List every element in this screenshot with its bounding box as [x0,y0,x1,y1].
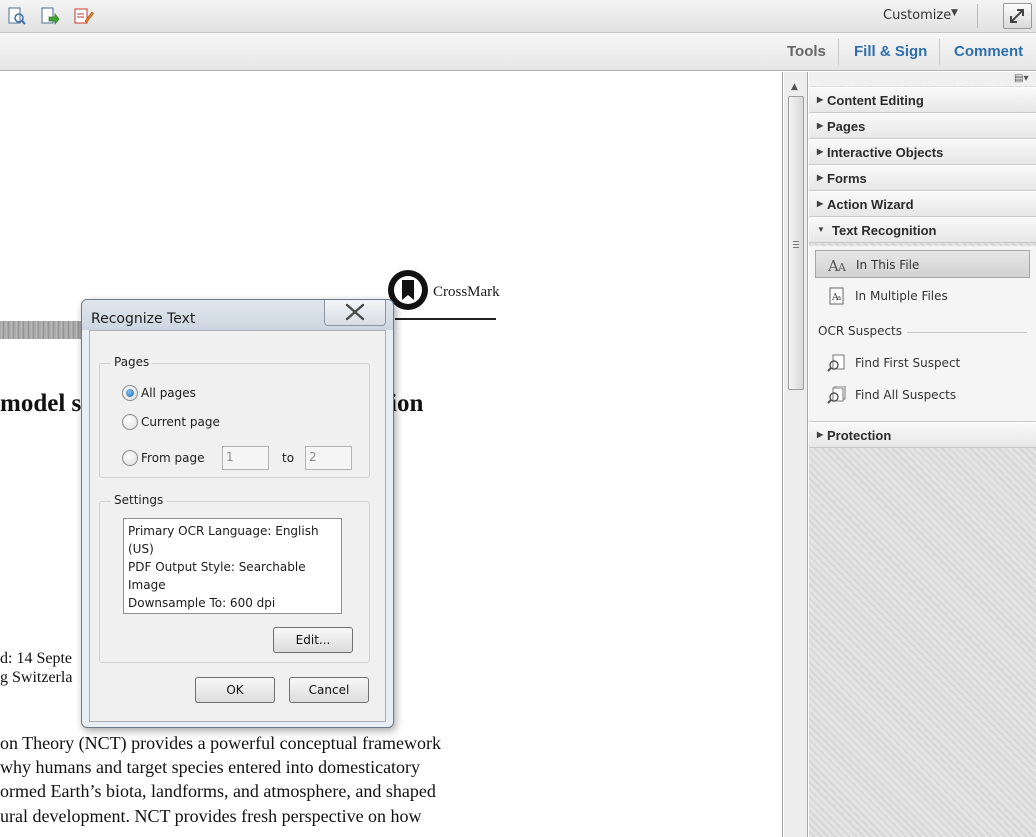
page-export-icon[interactable] [39,6,61,26]
section-forms[interactable]: ▶ Forms [809,165,1036,191]
chevron-down-icon: ▼ [817,225,825,234]
toolbar-divider [977,4,978,28]
chevron-right-icon: ▶ [817,199,824,208]
section-content-editing[interactable]: ▶ Content Editing [809,87,1036,113]
panel-options-icon[interactable]: ▤▾ [1014,73,1028,84]
chevron-right-icon: ▶ [817,147,824,156]
chevron-right-icon: ▶ [817,173,824,182]
to-label: to [282,451,295,465]
tool-label: In This File [856,258,920,272]
crossmark-label: CrossMark [433,284,500,300]
section-label: Text Recognition [832,223,937,238]
header-rule [395,318,496,320]
tool-label: Find All Suspects [855,388,957,402]
task-pane-tabs: Tools Fill & Sign Comment [0,33,1036,71]
chevron-right-icon: ▶ [817,121,824,130]
ocr-suspects-heading: OCR Suspects [818,324,903,338]
radio-from-page[interactable] [122,450,138,466]
recognize-text-dialog: Recognize Text Pages All pages Current p… [81,299,394,728]
section-label: Action Wizard [827,197,914,212]
settings-line: PDF Output Style: Searchable Image [128,560,306,592]
affiliation-fragment: g Switzerla [0,669,73,686]
section-label: Interactive Objects [827,145,944,160]
page-search-icon[interactable] [6,6,28,26]
radio-current-page[interactable] [122,414,138,430]
panel-header: ▤▾ [809,72,1036,86]
scroll-up-arrow-icon[interactable]: ▲ [791,82,798,92]
scrollbar-thumb[interactable] [788,96,804,390]
article-title-left: model s [0,390,82,417]
settings-group-label: Settings [111,493,167,507]
body-line: ormed Earth’s biota, landforms, and atmo… [0,781,436,801]
tool-in-this-file[interactable]: AA In This File [815,250,1030,278]
tab-fill-sign[interactable]: Fill & Sign [854,43,927,60]
body-line: on Theory (NCT) provides a powerful conc… [0,733,442,753]
ocr-suspects-divider [907,332,1027,333]
settings-line: Primary OCR Language: English (US) [128,524,319,556]
tab-divider [838,39,839,65]
expand-arrow-icon[interactable] [1003,3,1032,29]
chevron-right-icon: ▶ [817,95,824,104]
find-suspect-icon [827,354,847,372]
svg-text:a: a [837,294,841,302]
tool-find-first-suspect[interactable]: Find First Suspect [815,349,1030,377]
settings-line: Downsample To: 600 dpi [128,596,276,610]
vertical-scrollbar[interactable]: ▲ [784,72,808,837]
ocr-document-icon: Aa [827,287,847,305]
section-protection[interactable]: ▶ Protection [809,422,1036,448]
settings-summary: Primary OCR Language: English (US) PDF O… [123,518,342,614]
tool-in-multiple-files[interactable]: Aa In Multiple Files [815,282,1030,310]
tools-panel: ▤▾ ▶ Content Editing ▶ Pages ▶ Interacti… [809,72,1036,837]
from-page-field[interactable]: 1 [222,446,269,470]
radio-all-pages[interactable] [122,385,138,401]
section-label: Protection [827,428,892,443]
from-page-label[interactable]: From page [141,451,205,465]
received-date-fragment: d: 14 Septe [0,650,72,667]
article-title-right: ion [390,390,424,417]
chevron-right-icon: ▶ [817,430,824,439]
section-label: Pages [827,119,866,134]
tool-label: Find First Suspect [855,356,961,370]
body-line: ural development. NCT provides fresh per… [0,806,422,826]
tab-tools[interactable]: Tools [787,43,826,60]
customize-menu[interactable]: Customize [883,8,951,23]
font-aa-icon: AA [827,256,848,275]
tool-find-all-suspects[interactable]: Find All Suspects [815,381,1030,409]
edit-button[interactable]: Edit... [273,627,353,653]
tool-label: In Multiple Files [855,289,948,303]
dialog-titlebar[interactable]: Recognize Text [82,300,393,330]
chevron-down-icon[interactable]: ▼ [951,8,958,18]
sign-pen-icon[interactable] [72,6,94,26]
find-all-suspects-icon [827,385,847,404]
section-interactive-objects[interactable]: ▶ Interactive Objects [809,139,1036,165]
dialog-body: Pages All pages Current page From page 1… [89,330,386,722]
current-page-label[interactable]: Current page [141,415,220,429]
section-action-wizard[interactable]: ▶ Action Wizard [809,191,1036,217]
tab-comment[interactable]: Comment [954,43,1023,60]
ok-button[interactable]: OK [195,677,275,703]
all-pages-label[interactable]: All pages [141,386,196,400]
to-page-field[interactable]: 2 [305,446,352,470]
body-line: why humans and target species entered in… [0,757,421,777]
section-pages[interactable]: ▶ Pages [809,113,1036,139]
section-text-recognition[interactable]: ▼ Text Recognition [809,217,1036,243]
tab-divider [939,39,940,65]
pages-group-label: Pages [111,355,153,369]
grip-icon [793,241,799,242]
svg-text:A: A [837,261,847,274]
main-toolbar: Customize ▼ [0,0,1036,33]
dialog-title: Recognize Text [91,311,196,327]
section-label: Forms [827,171,867,186]
text-recognition-body: AA In This File Aa In Multiple Files OCR… [809,246,1036,422]
cancel-button[interactable]: Cancel [289,677,369,703]
close-icon[interactable] [324,300,386,326]
section-label: Content Editing [827,93,924,108]
